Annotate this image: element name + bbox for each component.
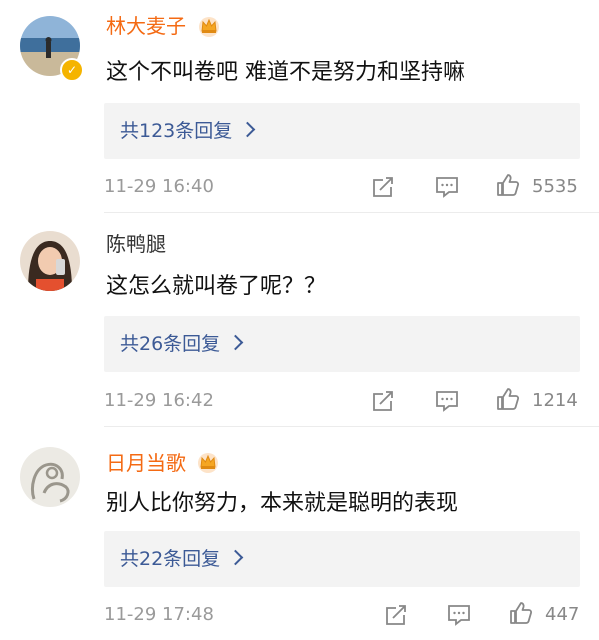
share-icon[interactable] xyxy=(383,602,409,628)
like-count: 5535 xyxy=(532,176,578,197)
chevron-right-icon xyxy=(227,549,244,566)
like-count: 1214 xyxy=(532,390,578,411)
comment-list: ✓ 林大麦子 这个不叫卷吧 难道不是努力和坚持嘛 共123条回复 11-29 1… xyxy=(0,0,599,640)
comment-icon[interactable] xyxy=(434,174,460,200)
username[interactable]: 日月当歌 xyxy=(106,449,186,477)
like-icon[interactable] xyxy=(495,386,521,412)
username[interactable]: 陈鸭腿 xyxy=(106,230,166,258)
username[interactable]: 林大麦子 xyxy=(106,12,186,40)
replies-count: 共22条回复 xyxy=(120,548,221,570)
replies-count: 共123条回复 xyxy=(120,120,233,142)
like-icon[interactable] xyxy=(495,172,521,198)
comment-icon[interactable] xyxy=(446,602,472,628)
divider xyxy=(104,426,599,427)
replies-count: 共26条回复 xyxy=(120,333,221,355)
timestamp: 11-29 16:40 xyxy=(104,176,214,197)
divider xyxy=(104,212,599,213)
timestamp: 11-29 17:48 xyxy=(104,604,214,625)
timestamp: 11-29 16:42 xyxy=(104,390,214,411)
avatar[interactable] xyxy=(20,231,80,291)
avatar[interactable] xyxy=(20,447,80,507)
comment-icon[interactable] xyxy=(434,388,460,414)
crown-icon xyxy=(199,17,219,37)
crown-icon xyxy=(198,453,218,473)
comment-text: 这怎么就叫卷了呢？？ xyxy=(106,274,327,299)
chevron-right-icon xyxy=(239,121,256,138)
replies-button[interactable]: 共26条回复 xyxy=(104,316,580,372)
replies-button[interactable]: 共22条回复 xyxy=(104,531,580,587)
comment-text: 别人比你努力，本来就是聪明的表现 xyxy=(106,491,459,516)
share-icon[interactable] xyxy=(370,174,396,200)
like-icon[interactable] xyxy=(508,600,534,626)
like-count: 447 xyxy=(545,604,580,625)
comment-text: 这个不叫卷吧 难道不是努力和坚持嘛 xyxy=(106,60,465,85)
verified-badge-icon: ✓ xyxy=(60,58,84,82)
share-icon[interactable] xyxy=(370,388,396,414)
replies-button[interactable]: 共123条回复 xyxy=(104,103,580,159)
chevron-right-icon xyxy=(227,334,244,351)
